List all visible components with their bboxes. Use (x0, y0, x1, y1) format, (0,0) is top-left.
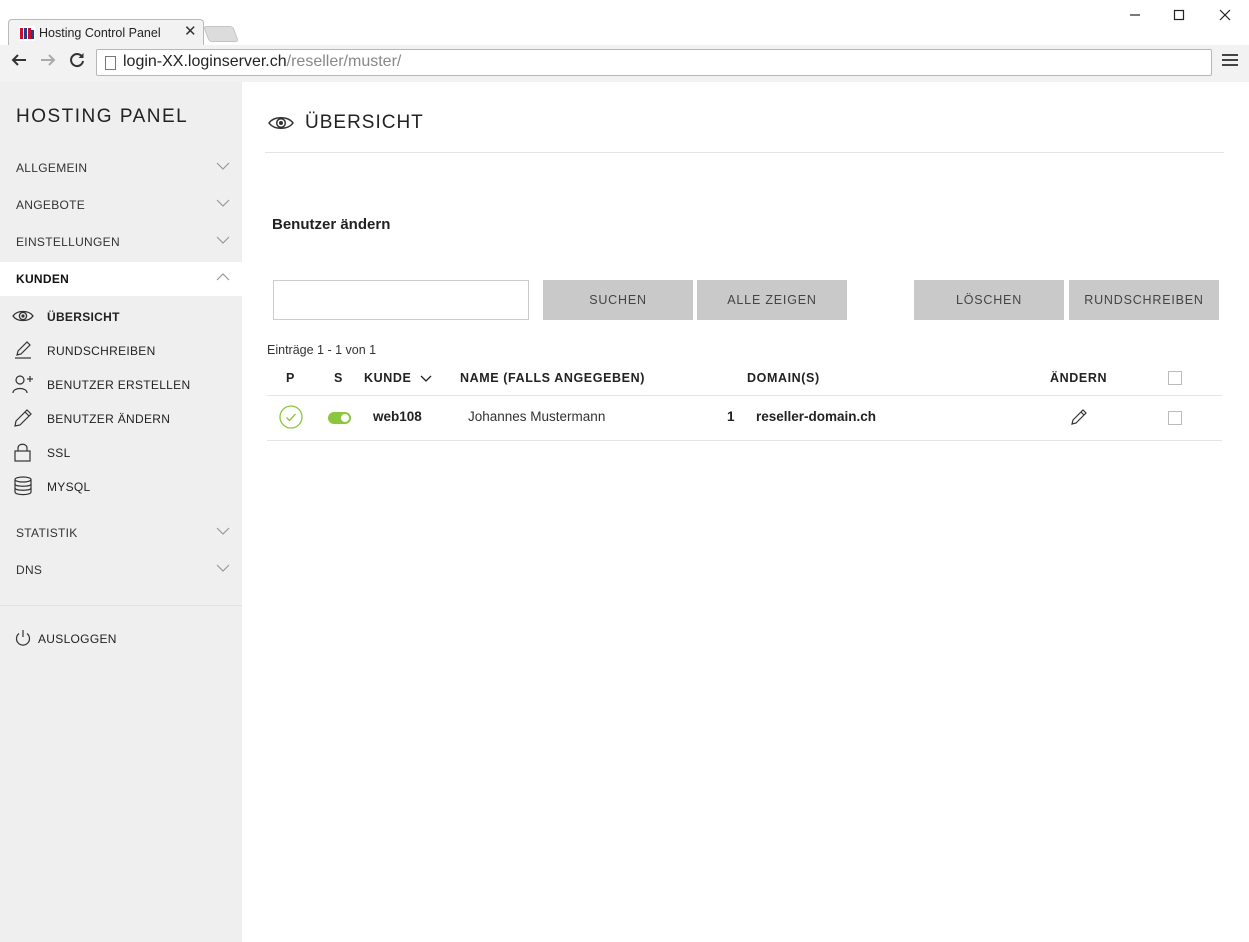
browser-menu-icon[interactable] (1222, 54, 1238, 70)
header-row-divider (267, 395, 1222, 396)
menu-item-label: ALLGEMEIN (16, 161, 88, 175)
chevron-down-icon (216, 236, 230, 244)
close-window-icon[interactable] (1215, 6, 1235, 26)
menu-item-statistik[interactable]: STATISTIK (0, 516, 242, 550)
url-text: login-XX.loginserver.ch/reseller/muster/ (123, 53, 402, 70)
brand-title: HOSTING PANEL (16, 106, 189, 127)
tab-title: Hosting Control Panel (39, 26, 161, 40)
pencil-square-icon (15, 341, 31, 359)
submenu-item-label: ÜBERSICHT (47, 310, 120, 324)
edit-pencil-icon[interactable] (1070, 408, 1088, 426)
cell-domain[interactable]: reseller-domain.ch (756, 409, 876, 424)
select-all-checkbox[interactable] (1168, 371, 1182, 385)
new-tab-button[interactable] (203, 26, 239, 42)
submenu-item-label: BENUTZER ÄNDERN (47, 412, 171, 426)
submenu-item-mysql[interactable]: MYSQL (0, 472, 242, 502)
chevron-up-icon (216, 273, 230, 281)
chevron-down-icon (216, 162, 230, 170)
column-header-edit: ÄNDERN (1050, 371, 1108, 385)
row-divider (267, 440, 1222, 441)
menu-item-label: KUNDEN (16, 272, 70, 286)
logout-label: AUSLOGGEN (38, 632, 117, 646)
browser-tab[interactable]: Hosting Control Panel ✕ (8, 19, 204, 46)
section-title: Benutzer ändern (272, 216, 391, 233)
menu-item-allgemein[interactable]: ALLGEMEIN (0, 151, 242, 185)
submenu-item-label: SSL (47, 446, 71, 460)
column-header-s: S (334, 371, 343, 385)
lock-icon (14, 443, 31, 462)
page-icon (105, 56, 116, 70)
menu-item-kunden[interactable]: KUNDEN (0, 262, 242, 296)
sidebar-divider (0, 605, 242, 606)
check-circle-icon (279, 405, 303, 429)
sidebar: HOSTING PANEL ALLGEMEIN ANGEBOTE EINSTEL… (0, 82, 242, 942)
submenu-item-benutzer-erstellen[interactable]: BENUTZER ERSTELLEN (0, 370, 242, 400)
back-icon[interactable] (8, 51, 30, 73)
search-button[interactable]: SUCHEN (543, 280, 693, 320)
menu-item-einstellungen[interactable]: EINSTELLUNGEN (0, 225, 242, 259)
browser-toolbar: login-XX.loginserver.ch/reseller/muster/ (0, 45, 1249, 82)
menu-item-label: DNS (16, 563, 43, 577)
show-all-button[interactable]: ALLE ZEIGEN (697, 280, 847, 320)
header-divider (265, 152, 1224, 153)
menu-item-label: EINSTELLUNGEN (16, 235, 120, 249)
column-header-domains: DOMAIN(S) (747, 371, 820, 385)
chevron-down-icon (216, 199, 230, 207)
eye-icon (12, 310, 34, 322)
submenu-item-label: RUNDSCHREIBEN (47, 344, 156, 358)
cell-domain-count: 1 (727, 409, 735, 424)
logout-button[interactable]: AUSLOGGEN (14, 628, 214, 650)
search-input[interactable] (273, 280, 529, 320)
submenu-item-rundschreiben[interactable]: RUNDSCHREIBEN (0, 336, 242, 366)
menu-item-angebote[interactable]: ANGEBOTE (0, 188, 242, 222)
browser-chrome: Hosting Control Panel ✕ login-XX.loginse… (0, 0, 1249, 82)
forward-icon[interactable] (37, 51, 59, 73)
submenu-item-benutzer-aendern[interactable]: BENUTZER ÄNDERN (0, 404, 242, 434)
reload-icon[interactable] (66, 51, 88, 73)
pencil-icon (14, 409, 32, 427)
column-header-kunde-label: KUNDE (364, 371, 412, 385)
tab-close-icon[interactable]: ✕ (184, 23, 197, 41)
status-toggle[interactable] (328, 412, 351, 424)
column-header-kunde[interactable]: KUNDE (364, 371, 432, 385)
tab-strip: Hosting Control Panel ✕ (0, 0, 1249, 46)
newsletter-button[interactable]: RUNDSCHREIBEN (1069, 280, 1219, 320)
minimize-icon[interactable] (1125, 6, 1145, 26)
database-icon (14, 476, 32, 496)
submenu-item-label: BENUTZER ERSTELLEN (47, 378, 191, 392)
submenu-item-uebersicht[interactable]: ÜBERSICHT (0, 302, 242, 332)
column-header-name: NAME (FALLS ANGEGEBEN) (460, 371, 645, 385)
page-title: ÜBERSICHT (305, 112, 424, 133)
main-content: ÜBERSICHT Benutzer ändern SUCHEN ALLE ZE… (242, 82, 1249, 942)
eye-icon (268, 117, 294, 129)
chevron-down-icon (216, 564, 230, 572)
favicon-icon (19, 26, 35, 41)
cell-name: Johannes Mustermann (468, 409, 606, 424)
menu-item-label: ANGEBOTE (16, 198, 86, 212)
submenu-item-label: MYSQL (47, 480, 91, 494)
sort-chevron-down-icon (420, 375, 431, 382)
user-plus-icon (12, 375, 33, 394)
power-icon (15, 630, 31, 646)
cell-kunde[interactable]: web108 (373, 409, 422, 424)
chevron-down-icon (216, 527, 230, 535)
delete-button[interactable]: LÖSCHEN (914, 280, 1064, 320)
menu-item-dns[interactable]: DNS (0, 553, 242, 587)
menu-item-label: STATISTIK (16, 526, 78, 540)
entries-info: Einträge 1 - 1 von 1 (267, 343, 377, 357)
maximize-icon[interactable] (1169, 6, 1189, 26)
address-bar[interactable]: login-XX.loginserver.ch/reseller/muster/ (96, 49, 1212, 76)
submenu-item-ssl[interactable]: SSL (0, 438, 242, 468)
row-checkbox[interactable] (1168, 411, 1182, 425)
column-header-p: P (286, 371, 295, 385)
